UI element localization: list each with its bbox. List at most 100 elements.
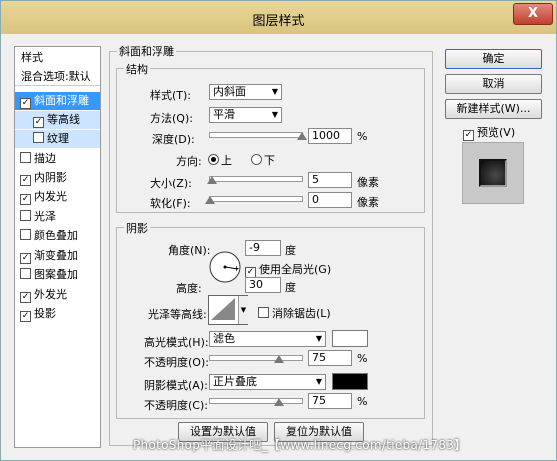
gradient-overlay-checkbox[interactable]: ✓	[20, 253, 31, 264]
angle-dial[interactable]: +	[207, 249, 243, 285]
preview-swatch	[479, 159, 507, 187]
texture-checkbox[interactable]	[33, 132, 44, 143]
sidebar-item-pattern-overlay[interactable]: 图案叠加	[15, 266, 100, 284]
inner-shadow-checkbox[interactable]: ✓	[20, 175, 31, 186]
highlight-opacity-label: 不透明度(O):	[144, 356, 209, 369]
technique-select[interactable]: 平滑 ▼	[209, 107, 282, 123]
sidebar-item-color-overlay[interactable]: 颜色叠加	[15, 227, 100, 245]
highlight-opacity-slider-thumb[interactable]	[274, 355, 284, 363]
stroke-checkbox[interactable]	[20, 152, 31, 163]
highlight-mode-select[interactable]: 滤色 ▼	[209, 331, 326, 347]
direction-down-option[interactable]: 下	[251, 152, 275, 168]
sidebar-item-label: 图案叠加	[34, 268, 78, 281]
close-button[interactable]: X	[513, 3, 553, 25]
title-bar: 图层样式 X	[1, 1, 556, 34]
outer-glow-checkbox[interactable]: ✓	[20, 292, 31, 303]
style-select[interactable]: 内斜面 ▼	[209, 84, 282, 100]
anti-aliased-checkbox[interactable]	[258, 307, 269, 318]
angle-label: 角度(N):	[168, 244, 211, 257]
shadow-opacity-label: 不透明度(C):	[144, 399, 208, 412]
color-overlay-checkbox[interactable]	[20, 229, 31, 240]
shadow-opacity-unit: %	[357, 395, 368, 408]
chevron-down-icon: ▼	[315, 334, 322, 343]
sidebar-item-label: 混合选项:默认	[21, 70, 91, 83]
highlight-opacity-unit: %	[357, 352, 368, 365]
depth-slider[interactable]	[209, 132, 303, 138]
bevel-emboss-checkbox[interactable]: ✓	[20, 98, 31, 109]
inner-glow-checkbox[interactable]: ✓	[20, 194, 31, 205]
sidebar-item-label: 描边	[34, 152, 56, 165]
sidebar-item-styles[interactable]: 样式	[15, 49, 100, 67]
sidebar-item-stroke[interactable]: 描边	[15, 150, 100, 168]
highlight-color-swatch[interactable]	[332, 330, 368, 347]
highlight-opacity-slider[interactable]	[209, 355, 303, 361]
contour-checkbox[interactable]: ✓	[33, 117, 44, 128]
soften-slider[interactable]	[209, 196, 303, 202]
sidebar-item-label: 光泽	[34, 210, 56, 223]
direction-up-option[interactable]: 上	[208, 152, 232, 168]
gloss-contour-picker[interactable]: ▼	[208, 295, 248, 325]
size-unit: 像素	[357, 176, 379, 189]
sidebar-item-outer-glow[interactable]: ✓ 外发光	[15, 286, 100, 304]
sidebar-item-label: 等高线	[47, 113, 80, 126]
soften-input[interactable]: 0	[308, 192, 352, 208]
preview-label: 预览(V)	[477, 126, 516, 139]
chevron-down-icon: ▼	[271, 87, 278, 96]
shading-group-title: 阴影	[124, 220, 150, 236]
shadow-color-swatch[interactable]	[332, 373, 368, 390]
anti-aliased-label: 消除锯齿(L)	[272, 307, 331, 320]
size-slider-thumb[interactable]	[207, 176, 217, 184]
preview-checkbox[interactable]: ✓	[463, 130, 474, 141]
new-style-button[interactable]: 新建样式(W)...	[445, 99, 542, 119]
size-label: 大小(Z):	[150, 177, 192, 190]
soften-slider-thumb[interactable]	[205, 196, 215, 204]
sidebar-item-blending-options[interactable]: 混合选项:默认	[15, 68, 100, 86]
angle-unit: 度	[285, 244, 296, 257]
sidebar-item-gradient-overlay[interactable]: ✓ 渐变叠加	[15, 247, 100, 265]
depth-label: 深度(D):	[152, 133, 195, 146]
style-list: 样式 混合选项:默认 ✓ 斜面和浮雕 ✓ 等高线 纹理 描边 ✓ 内阴影 ✓ 内发光 光…	[14, 46, 101, 448]
direction-up-label: 上	[221, 154, 232, 167]
style-preview-thumbnail	[462, 142, 524, 204]
sidebar-item-satin[interactable]: 光泽	[15, 208, 100, 226]
preview-option[interactable]: ✓ 预览(V)	[463, 124, 515, 141]
shadow-mode-value: 正片叠底	[213, 375, 257, 388]
soften-unit: 像素	[357, 196, 379, 209]
global-light-option[interactable]: ✓ 使用全局光(G)	[245, 261, 331, 278]
contour-preview-icon	[211, 298, 235, 320]
chevron-down-icon: ▼	[271, 110, 278, 119]
sidebar-item-contour[interactable]: ✓ 等高线	[15, 111, 100, 129]
sidebar-item-label: 内发光	[34, 190, 67, 203]
shadow-mode-select[interactable]: 正片叠底 ▼	[209, 374, 326, 390]
layer-style-dialog: 图层样式 X 样式 混合选项:默认 ✓ 斜面和浮雕 ✓ 等高线 纹理 描边 ✓ 内阴影…	[0, 0, 557, 461]
sidebar-item-label: 纹理	[47, 132, 69, 145]
altitude-input[interactable]: 30	[245, 277, 281, 293]
size-input[interactable]: 5	[308, 172, 352, 188]
highlight-opacity-input[interactable]: 75	[308, 350, 352, 366]
cancel-button[interactable]: 取消	[445, 74, 542, 94]
shadow-opacity-slider[interactable]	[209, 398, 303, 404]
angle-input[interactable]: -9	[245, 240, 281, 256]
sidebar-item-inner-glow[interactable]: ✓ 内发光	[15, 188, 100, 206]
style-select-value: 内斜面	[213, 85, 246, 98]
sidebar-item-texture[interactable]: 纹理	[15, 130, 100, 148]
shadow-opacity-slider-thumb[interactable]	[274, 398, 284, 406]
depth-unit: %	[357, 130, 368, 143]
ok-button[interactable]: 确定	[445, 49, 542, 69]
depth-slider-thumb[interactable]	[297, 132, 307, 140]
size-slider[interactable]	[209, 176, 303, 182]
sidebar-item-drop-shadow[interactable]: ✓ 投影	[15, 305, 100, 323]
direction-down-radio[interactable]	[251, 154, 262, 165]
sidebar-item-inner-shadow[interactable]: ✓ 内阴影	[15, 169, 100, 187]
sidebar-item-bevel-emboss[interactable]: ✓ 斜面和浮雕	[15, 92, 100, 110]
satin-checkbox[interactable]	[20, 210, 31, 221]
depth-input[interactable]: 1000	[308, 128, 352, 144]
pattern-overlay-checkbox[interactable]	[20, 268, 31, 279]
bevel-emboss-group-title: 斜面和浮雕	[117, 43, 176, 59]
drop-shadow-checkbox[interactable]: ✓	[20, 311, 31, 322]
anti-aliased-option[interactable]: 消除锯齿(L)	[258, 305, 331, 321]
direction-up-radio[interactable]	[208, 154, 219, 165]
sidebar-item-label: 外发光	[34, 288, 67, 301]
shadow-opacity-input[interactable]: 75	[308, 393, 352, 409]
sidebar-item-label: 内阴影	[34, 171, 67, 184]
